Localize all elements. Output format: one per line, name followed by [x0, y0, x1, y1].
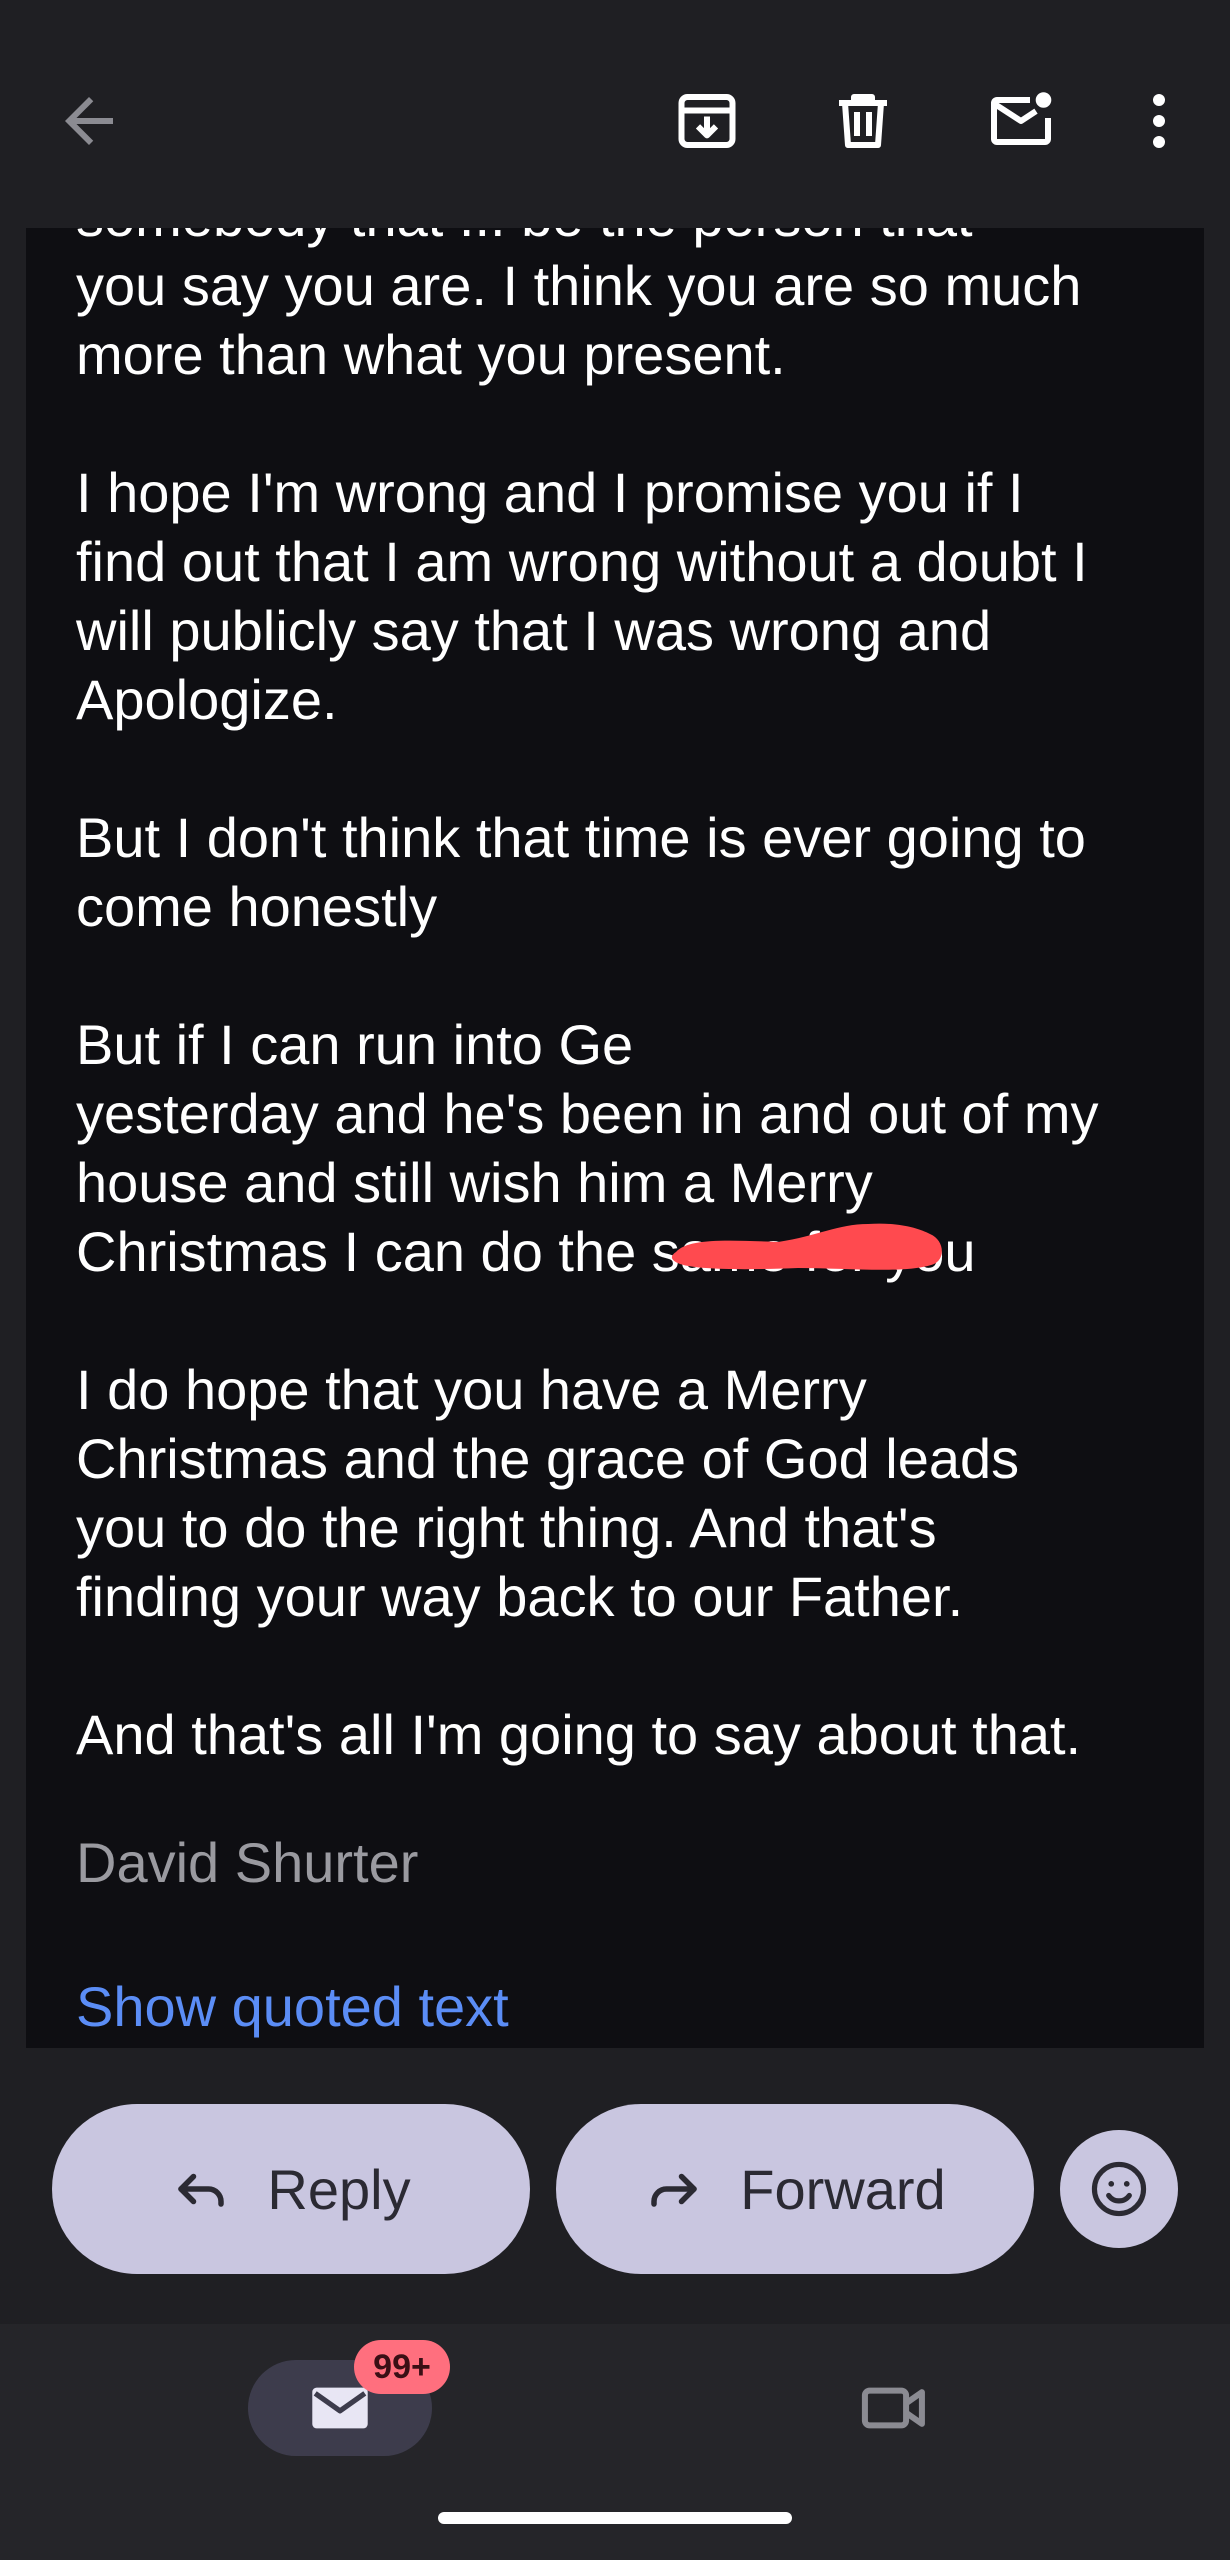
more-vertical-icon [1153, 94, 1165, 148]
text-line: come honestly [76, 875, 438, 938]
emoji-reaction-button[interactable] [1060, 2130, 1178, 2248]
forward-arrow-icon [651, 2173, 698, 2207]
paragraph: I do hope that you have a Merry Christmas… [76, 1355, 1186, 1631]
text-line: Christmas I can do the same for you [76, 1220, 976, 1283]
text-line: you to do the right thing. And that's [76, 1496, 937, 1559]
text-line: will publicly say that I was wrong and [76, 599, 992, 662]
text-line: And that's all I'm going to say about th… [76, 1703, 1082, 1766]
text-line: I do hope that you have a Merry [76, 1358, 867, 1421]
redaction-mark [668, 1218, 948, 1276]
emoji-smile-icon [1091, 2161, 1147, 2217]
home-indicator[interactable] [438, 2512, 792, 2524]
bottom-navigation: 99+ [0, 2324, 1230, 2560]
text-line: find out that I am wrong without a doubt… [76, 530, 1088, 593]
arrow-back-icon [65, 97, 113, 145]
video-camera-icon [861, 2387, 925, 2429]
back-button[interactable] [34, 66, 144, 176]
paragraph: But I don't think that time is ever goin… [76, 803, 1186, 941]
top-app-bar [0, 0, 1230, 228]
show-quoted-text-link[interactable]: Show quoted text [76, 1972, 509, 2041]
text-line: I hope I'm wrong and I promise you if I [76, 461, 1024, 524]
signature: David Shurter [76, 1831, 419, 1894]
message-actions: Reply Forward [0, 2048, 1230, 2324]
message-text: you say you are. I think you are so much… [76, 251, 1186, 1838]
delete-button[interactable] [808, 66, 918, 176]
reply-arrow-icon [178, 2173, 225, 2207]
reply-label: Reply [267, 2157, 411, 2221]
text-line: But I don't think that time is ever goin… [76, 806, 1086, 869]
text-line: you say you are. I think you are so much [76, 254, 1082, 317]
paragraph: But if I can run into Ge yesterday and he… [76, 1010, 1186, 1286]
forward-label: Forward [740, 2157, 946, 2221]
paragraph: And that's all I'm going to say about th… [76, 1700, 1186, 1769]
nav-meet-tab[interactable] [840, 2360, 950, 2456]
reply-button[interactable]: Reply [52, 2104, 530, 2274]
trash-icon [839, 94, 887, 148]
forward-button[interactable]: Forward [556, 2104, 1034, 2274]
paragraph: I hope I'm wrong and I promise you if If… [76, 458, 1186, 734]
text-line: But if I can run into Ge [76, 1013, 634, 1076]
paragraph: you say you are. I think you are so much… [76, 251, 1186, 389]
mark-unread-button[interactable] [966, 66, 1076, 176]
text-line: yesterday and he's been in and out of my [76, 1082, 1099, 1145]
mark-unread-icon [991, 92, 1052, 145]
scrolled-off-line: somebody that ... be the person that [76, 228, 973, 251]
email-body: somebody that ... be the person that you… [26, 228, 1204, 2048]
unread-count-badge: 99+ [354, 2340, 450, 2394]
more-options-button[interactable] [1104, 66, 1214, 176]
archive-icon [678, 94, 736, 148]
archive-button[interactable] [652, 66, 762, 176]
text-line: Apologize. [76, 668, 338, 731]
text-line: finding your way back to our Father. [76, 1565, 964, 1628]
text-line: Christmas and the grace of God leads [76, 1427, 1020, 1490]
text-line: house and still wish him a Merry [76, 1151, 873, 1214]
text-line: more than what you present. [76, 323, 786, 386]
